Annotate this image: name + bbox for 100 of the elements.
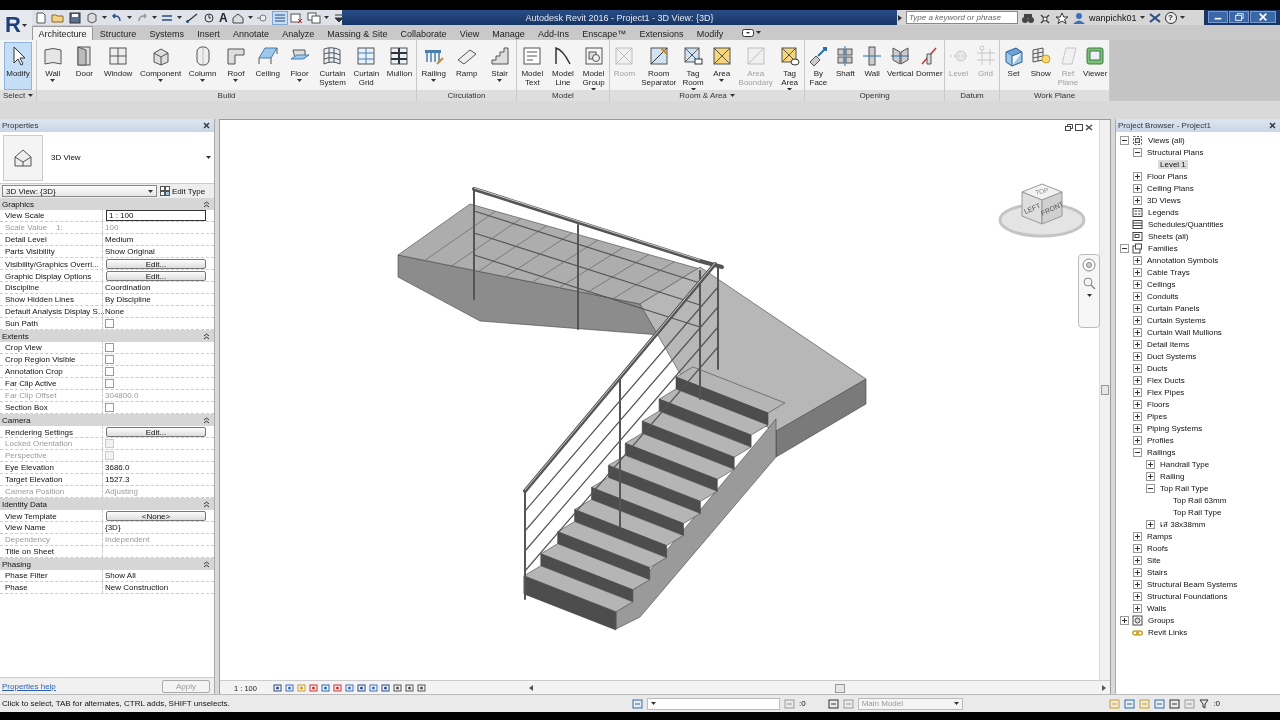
restore-icon[interactable] <box>1229 11 1249 23</box>
help-button[interactable]: ? <box>1164 11 1177 24</box>
tool-button[interactable]: Roof <box>222 42 250 90</box>
tree-toggle[interactable] <box>1133 375 1142 385</box>
tree-item[interactable]: Duct Systems <box>1145 351 1199 361</box>
edit-type-button[interactable]: Edit Type <box>160 186 206 197</box>
caret-icon[interactable] <box>158 79 164 82</box>
panel-label-bar[interactable]: Select <box>0 90 36 102</box>
checkbox[interactable] <box>105 355 114 365</box>
tree-toggle[interactable] <box>1133 423 1142 433</box>
close-icon[interactable] <box>203 122 210 130</box>
tool-button[interactable]: Show <box>1027 42 1055 90</box>
ribbon-tab[interactable]: Architecture <box>32 26 94 40</box>
caret-icon[interactable] <box>28 94 34 98</box>
caret-icon[interactable] <box>297 79 303 82</box>
tree-toggle[interactable] <box>1133 171 1142 181</box>
left-arrow-icon[interactable] <box>528 685 533 692</box>
collapse-icon[interactable] <box>203 500 210 508</box>
search-field[interactable]: Type a keyword or phrase <box>906 11 1018 24</box>
tree-item[interactable]: Flex Pipes <box>1145 387 1187 397</box>
section-header[interactable]: Camera <box>0 414 214 427</box>
tool-button[interactable]: Shaft <box>831 42 859 90</box>
panel-label-bar[interactable]: Datum <box>945 90 999 102</box>
panel-label-bar[interactable]: Circulation <box>417 90 516 102</box>
tree-toggle[interactable] <box>1133 567 1142 577</box>
tree-toggle[interactable] <box>1120 243 1129 253</box>
tree-item[interactable]: Level 1 <box>1158 159 1188 169</box>
filter-icon[interactable] <box>1199 698 1210 709</box>
tree-item[interactable]: Piping Systems <box>1145 423 1205 433</box>
tool-button[interactable]: Tag Room <box>679 42 708 90</box>
caret-icon[interactable] <box>719 79 725 82</box>
edit-button[interactable]: Edit... <box>106 427 206 438</box>
caret-icon[interactable] <box>1139 16 1145 19</box>
tree-toggle[interactable] <box>1133 387 1142 397</box>
tool-button[interactable]: Tag Area <box>775 42 804 90</box>
tree-toggle[interactable] <box>1133 279 1142 289</box>
tree-item[interactable]: Ceiling Plans <box>1145 183 1196 193</box>
tool-button[interactable]: Mullion <box>384 42 415 90</box>
tool-button[interactable]: By Face <box>805 42 832 90</box>
tree-item[interactable]: Profiles <box>1145 435 1176 445</box>
tree-item[interactable]: Top Rail Type <box>1158 483 1211 493</box>
caret-icon[interactable] <box>1086 294 1092 298</box>
caret-icon[interactable] <box>953 702 959 706</box>
close-icon[interactable] <box>1085 124 1093 132</box>
wheel-icon[interactable] <box>1082 258 1096 273</box>
tree-item[interactable]: Ceilings <box>1145 279 1178 289</box>
tool-button[interactable]: Railing <box>419 42 448 90</box>
tree-toggle[interactable] <box>1133 363 1142 373</box>
ribbon-tab[interactable]: Collaborate <box>394 26 454 40</box>
tree-toggle[interactable] <box>1133 399 1142 409</box>
tree-item[interactable]: Structural Foundations <box>1145 591 1230 601</box>
type-thumbnail[interactable] <box>3 134 43 181</box>
star-icon[interactable] <box>1055 11 1069 24</box>
tree-item[interactable]: Railings <box>1145 447 1178 457</box>
caret-icon[interactable] <box>50 79 56 82</box>
tree-item[interactable]: Structural Beam Systems <box>1145 579 1240 589</box>
checkbox[interactable] <box>105 367 114 377</box>
tool-button[interactable]: Modify <box>4 42 32 90</box>
close-icon[interactable] <box>1269 122 1276 130</box>
tool-button[interactable]: Room Separator <box>639 42 679 90</box>
ribbon-tab[interactable]: Massing & Site <box>320 26 394 40</box>
tree-toggle[interactable] <box>1133 579 1142 589</box>
panel-toggle-icon[interactable] <box>741 28 754 37</box>
tool-button[interactable]: Ceiling <box>253 42 282 90</box>
tree-item[interactable]: Floor Plans <box>1145 171 1190 181</box>
save-icon[interactable] <box>68 11 82 24</box>
tree-toggle[interactable] <box>1133 351 1142 361</box>
collapse-icon[interactable] <box>203 560 210 568</box>
tree-item[interactable]: Structural Plans <box>1145 147 1206 157</box>
tree-toggle[interactable] <box>1133 543 1142 553</box>
tree-item[interactable]: Families <box>1146 243 1180 253</box>
tree-item[interactable]: Pipes <box>1145 411 1169 421</box>
caret-icon[interactable] <box>102 16 107 19</box>
tree-item[interactable]: Curtain Systems <box>1145 315 1208 325</box>
restore-icon[interactable] <box>1065 124 1073 132</box>
caret-icon[interactable] <box>21 23 27 27</box>
exchange-icon[interactable] <box>1147 11 1162 24</box>
tree-item[interactable]: Flex Ducts <box>1145 375 1187 385</box>
help-link[interactable]: Properties help <box>2 681 56 691</box>
tree-toggle[interactable] <box>1146 519 1155 529</box>
edit-button[interactable]: Edit... <box>106 259 206 270</box>
checkbox[interactable] <box>105 403 114 413</box>
section-header[interactable]: Phasing <box>0 558 214 571</box>
measure-icon[interactable] <box>185 11 199 24</box>
tree-item[interactable]: เส 38x38mm <box>1158 517 1208 531</box>
tool-button[interactable]: Dormer <box>914 42 944 90</box>
tool-button[interactable]: Ramp <box>452 42 481 90</box>
tree-toggle[interactable] <box>1146 471 1155 481</box>
tree-item[interactable]: Roofs <box>1145 543 1170 553</box>
tree-toggle[interactable] <box>1120 135 1129 145</box>
tree-toggle[interactable] <box>1120 615 1129 625</box>
tool-button[interactable]: Door <box>70 42 99 90</box>
close-windows-icon[interactable] <box>289 11 304 24</box>
section-header[interactable]: Extents <box>0 330 214 343</box>
tree-item[interactable]: Top Rail 63mm <box>1171 495 1229 505</box>
text-tool[interactable]: A <box>219 11 228 24</box>
scroll-bar[interactable] <box>1099 120 1110 681</box>
section-header[interactable]: Identity Data <box>0 498 214 511</box>
tree-toggle[interactable] <box>1133 303 1142 313</box>
tree-toggle[interactable] <box>1133 291 1142 301</box>
